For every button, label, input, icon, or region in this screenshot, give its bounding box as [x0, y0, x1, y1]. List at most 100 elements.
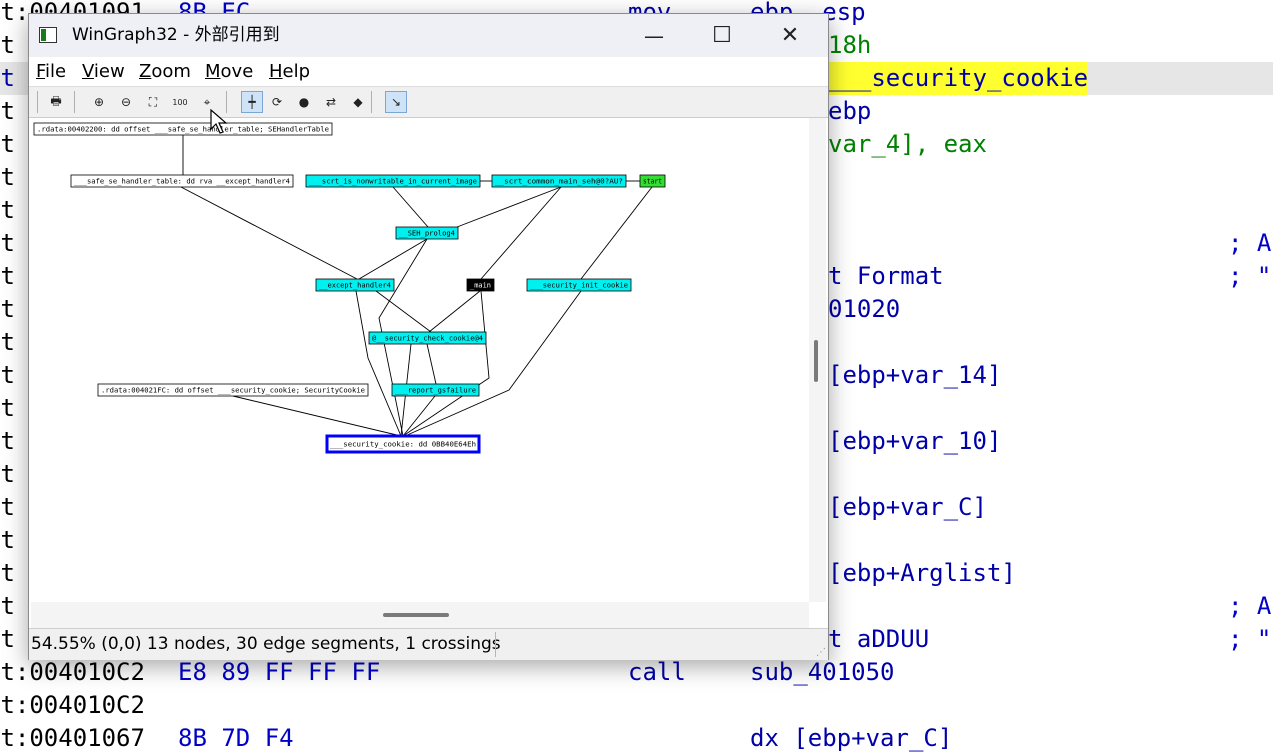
graph-node-scrt-common-main[interactable]: __scrt_common_main_seh@0?AU?: [491, 174, 627, 188]
asm-operand: 18h: [828, 31, 872, 59]
asm-address: xt: [0, 460, 15, 488]
zoom-out-icon[interactable]: ⊖: [116, 92, 136, 112]
asm-address: xt: [0, 361, 15, 389]
graph-edge: [580, 186, 653, 280]
asm-address: xt: [0, 328, 15, 356]
window-title: WinGraph32 - 外部引用到: [72, 25, 280, 45]
status-divider: [495, 632, 496, 657]
asm-address: xt: [0, 394, 15, 422]
maximize-button[interactable]: ☐: [688, 14, 756, 57]
print-icon[interactable]: 🖶: [46, 92, 66, 112]
asm-address: xt: [0, 493, 15, 521]
graph-node-cookie-ref[interactable]: .rdata:004021FC: dd offset ___security_c…: [97, 383, 369, 397]
graph-node-security-check-cookie[interactable]: @__security_check_cookie@4: [368, 331, 487, 345]
menu-zoom[interactable]: Zoom: [139, 57, 191, 86]
graph-node-label: @__security_check_cookie@4: [372, 335, 483, 343]
graph-edge: [358, 238, 428, 280]
asm-comment: ; A: [1228, 592, 1272, 620]
graph-edge: [375, 290, 432, 333]
graph-node-label: ___report_gsfailure: [395, 387, 476, 395]
graph-node-label: __except_handler4: [319, 282, 391, 290]
zoom-in-icon[interactable]: ⊕: [89, 92, 109, 112]
asm-bytes: E8 89 FF FF FF: [178, 658, 381, 686]
asm-mnemonic: call: [628, 658, 686, 686]
graph-edge: [402, 290, 490, 437]
expand-icon[interactable]: ◆: [348, 92, 368, 112]
graph-node-is-nonwritable[interactable]: ___scrt_is_nonwritable_in_current_image: [305, 174, 481, 188]
asm-bytes: 8B 7D F4: [178, 724, 294, 752]
vertical-scroll-thumb[interactable]: [814, 340, 818, 382]
horizontal-scrollbar[interactable]: [31, 602, 809, 628]
asm-line[interactable]: xt:004010C2: [0, 689, 1273, 722]
minimize-icon: —: [644, 23, 664, 48]
asm-operand: ebp: [828, 97, 872, 125]
minimize-button[interactable]: —: [620, 14, 688, 57]
graph-edge: [426, 343, 437, 385]
toolbar-separator: [371, 91, 372, 113]
graph-node-security-cookie[interactable]: ___security_cookie: dd 0BB40E64Eh: [325, 434, 481, 454]
asm-comment: ; ": [1228, 262, 1272, 290]
asm-address: xt:004010C2: [0, 658, 145, 686]
fit-window-icon[interactable]: ⛶: [143, 92, 163, 112]
graph-node-safe-se-handler-table[interactable]: ___safe_se_handler_table: dd rva __excep…: [70, 174, 294, 188]
node-icon[interactable]: ●: [294, 92, 314, 112]
asm-address: xt: [0, 559, 15, 587]
app-icon: [39, 27, 57, 43]
graph-node-report-gsfailure[interactable]: ___report_gsfailure: [391, 383, 480, 397]
wingraph-window[interactable]: WinGraph32 - 外部引用到 — ☐ ✕ File View Zoom Mov…: [28, 13, 829, 660]
asm-address: xt: [0, 31, 15, 59]
graph-node-seh-table-ref[interactable]: .rdata:00402200: dd offset ___safe_se_ha…: [33, 122, 333, 136]
asm-line[interactable]: xt:004010C2 E8 89 FF FF FF call sub_401050: [0, 656, 1273, 689]
asm-address: xt:00401067: [0, 724, 145, 752]
maximize-icon: ☐: [712, 23, 732, 48]
graph-node-label: ___security_cookie: dd 0BB40E64Eh: [330, 441, 476, 449]
menu-help[interactable]: Help: [269, 57, 310, 86]
asm-operand: sub_401050: [750, 658, 895, 686]
asm-address: xt: [0, 295, 15, 323]
asm-address: xt: [0, 130, 15, 158]
graph-edge: [428, 290, 481, 333]
graph-edge: [232, 395, 402, 437]
graph-node-label: start: [643, 178, 662, 186]
resize-grip-icon[interactable]: ⋰: [816, 647, 826, 658]
title-bar[interactable]: WinGraph32 - 外部引用到 — ☐ ✕: [29, 14, 828, 57]
graph-node-seh-prolog[interactable]: __SEH_prolog4: [395, 226, 459, 240]
menu-move[interactable]: Move: [205, 57, 253, 86]
toolbar-separator: [37, 91, 38, 113]
graph-node-main[interactable]: _main: [466, 278, 495, 292]
asm-operand: 01020: [828, 295, 901, 323]
graph-node-security-init-cookie[interactable]: ___security_init_cookie: [526, 278, 632, 292]
status-text: 54.55% (0,0) 13 nodes, 30 edge segments,…: [31, 634, 501, 654]
graph-node-except-handler4[interactable]: __except_handler4: [315, 278, 395, 292]
asm-operand: t aDDUU: [828, 625, 930, 653]
menu-file[interactable]: File: [36, 57, 66, 86]
graph-node-label: .rdata:004021FC: dd offset ___security_c…: [101, 387, 365, 395]
asm-operand: [ebp+var_10]: [828, 427, 1002, 455]
graph-node-label: ___security_init_cookie: [530, 282, 628, 290]
graph-node-start[interactable]: start: [639, 174, 666, 188]
graph-node-label: .rdata:00402200: dd offset ___safe_se_ha…: [37, 126, 329, 134]
asm-address: xt: [0, 625, 15, 653]
asm-comment: ; A: [1228, 229, 1272, 257]
asm-address: xt: [0, 526, 15, 554]
asm-address: xt: [0, 427, 15, 455]
asm-address: xt: [0, 64, 15, 92]
close-button[interactable]: ✕: [756, 14, 824, 57]
swap-icon[interactable]: ⇄: [321, 92, 341, 112]
vertical-scrollbar[interactable]: [809, 118, 826, 602]
horizontal-scroll-thumb[interactable]: [383, 613, 449, 617]
asm-comment: ; ": [1228, 625, 1272, 653]
call-graph: .rdata:00402200: dd offset ___safe_se_ha…: [33, 122, 666, 454]
menu-view[interactable]: View: [82, 57, 125, 86]
layout-icon[interactable]: ┿: [241, 91, 263, 113]
rotate-icon[interactable]: ⟳: [267, 92, 287, 112]
pointer-icon[interactable]: ↘: [385, 91, 407, 113]
asm-operand: [ebp+var_14]: [828, 361, 1002, 389]
status-bar: 54.55% (0,0) 13 nodes, 30 edge segments,…: [29, 628, 828, 660]
asm-line[interactable]: xt:00401067 8B 7D F4 dx [ebp+var_C]: [0, 722, 1273, 755]
toolbar: 🖶 ⊕ ⊖ ⛶ 100 ⌖ ┿ ⟳ ● ⇄ ◆ ↘: [29, 86, 828, 118]
graph-canvas[interactable]: .rdata:00402200: dd offset ___safe_se_ha…: [31, 118, 803, 602]
graph-node-label: __scrt_common_main_seh@0?AU?: [495, 178, 623, 186]
zoom-100-icon[interactable]: 100: [170, 92, 190, 112]
menu-bar: File View Zoom Move Help: [29, 57, 828, 86]
